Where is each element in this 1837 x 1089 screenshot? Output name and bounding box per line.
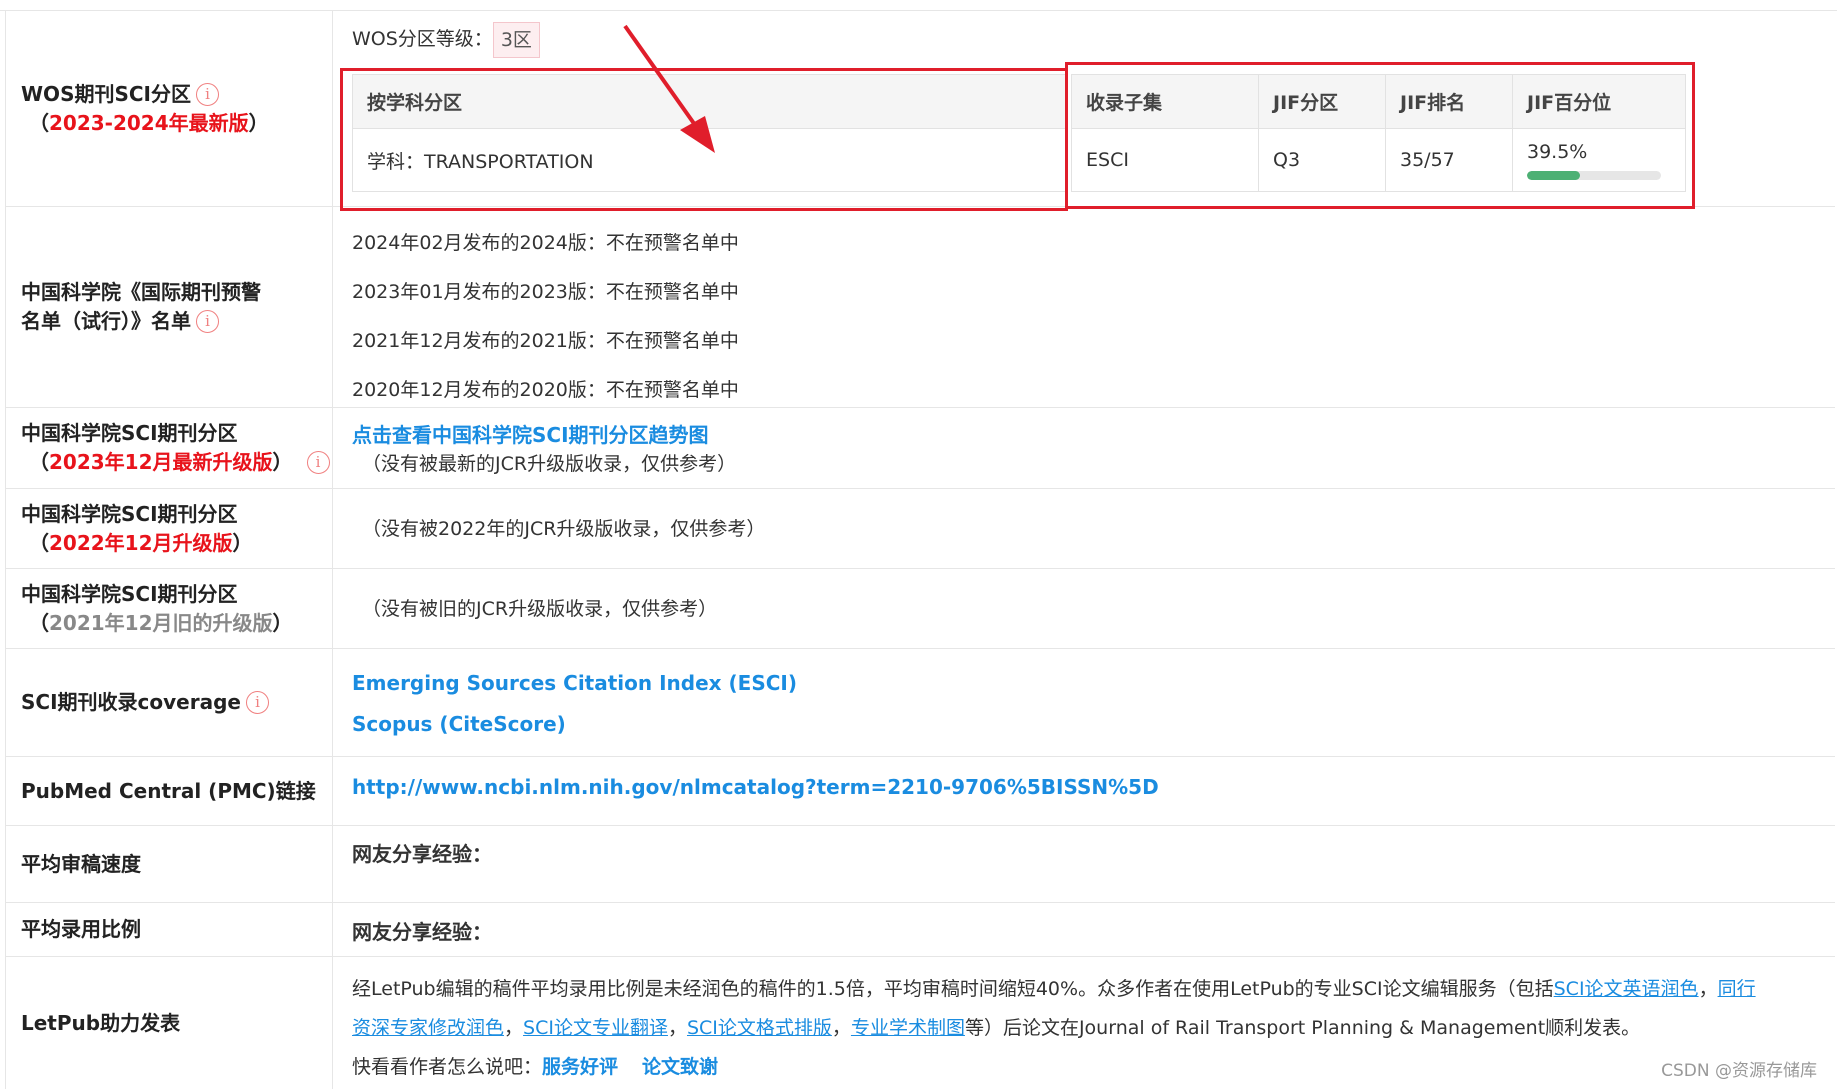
annotation-arrow bbox=[623, 24, 715, 153]
watermark: CSDN @资源存储库 bbox=[1661, 1061, 1817, 1081]
